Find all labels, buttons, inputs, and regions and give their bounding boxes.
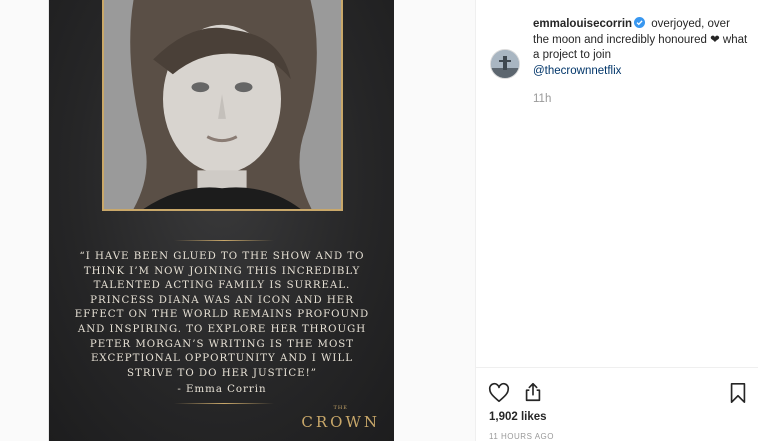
verified-icon xyxy=(634,17,646,28)
post-media[interactable]: “I have been glued to the show and to th… xyxy=(48,0,394,441)
share-icon[interactable] xyxy=(522,381,544,403)
poster-quote: “I have been glued to the show and to th… xyxy=(74,251,370,379)
username-link[interactable]: emmalouisecorrin xyxy=(533,18,632,30)
portrait-photo xyxy=(102,0,343,211)
the-crown-logo: THE CROWN xyxy=(301,405,380,431)
post-caption: emmalouisecorrin overjoyed, over the moo… xyxy=(533,17,748,79)
actions-divider xyxy=(475,367,758,368)
poster-image: “I have been glued to the show and to th… xyxy=(49,0,394,441)
post-time-ago[interactable]: 11 HOURS AGO xyxy=(489,432,554,441)
avatar[interactable] xyxy=(490,49,520,79)
caption-timestamp[interactable]: 11h xyxy=(533,93,551,105)
bookmark-icon[interactable] xyxy=(727,382,749,404)
mention-link[interactable]: @thecrownnetflix xyxy=(533,65,621,77)
heart-icon[interactable] xyxy=(488,382,510,404)
logo-main-text: CROWN xyxy=(301,413,380,431)
logo-small-text: THE xyxy=(333,405,348,411)
divider-top xyxy=(174,240,274,241)
quote-attribution: - Emma Corrin xyxy=(177,384,267,395)
divider-bottom xyxy=(174,403,274,404)
likes-count[interactable]: 1,902 likes xyxy=(489,411,547,423)
